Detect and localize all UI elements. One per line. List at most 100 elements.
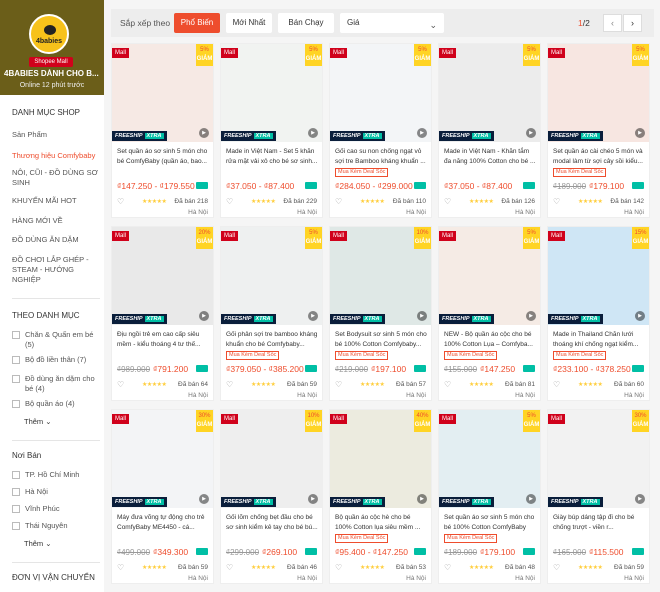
category-item-active[interactable]: Thương hiệu Comfybaby [12, 151, 100, 161]
filter-more-button[interactable]: Thêm ⌄ [24, 417, 52, 426]
play-video-icon[interactable]: ▶ [199, 494, 209, 504]
filter-checkbox[interactable] [12, 375, 20, 383]
filter-label[interactable]: Bộ đồ liền thân (7) [25, 355, 103, 365]
shop-name[interactable]: 4BABIES DÀNH CHO B... [4, 69, 102, 78]
category-item[interactable]: ĐỒ DÙNG ĂN DẶM [12, 235, 100, 245]
sort-bestseller-button[interactable]: Bán Chạy [278, 13, 334, 33]
category-item[interactable]: Sản Phẩm [12, 130, 100, 140]
category-item[interactable]: KHUYẾN MÃI HOT [12, 196, 100, 206]
location-label[interactable]: TP. Hồ Chí Minh [25, 470, 103, 480]
category-item[interactable]: ĐỒ CHƠI LẮP GHÉP - STEAM - HƯỚNG NGHIỆP [12, 255, 100, 285]
location-label[interactable]: Vĩnh Phúc [25, 504, 103, 514]
product-name[interactable]: Địu ngồi trẻ em cao cấp siêu mềm - kiểu … [117, 330, 210, 350]
location-checkbox[interactable] [12, 471, 20, 479]
play-video-icon[interactable]: ▶ [308, 128, 318, 138]
product-card[interactable]: Mall 5% GIẢM FREESHIP XTRA ▶ Made in Việt Nam … [438, 43, 541, 218]
location-checkbox[interactable] [12, 522, 20, 530]
favorite-heart-icon[interactable]: ♡ [117, 563, 124, 572]
product-name[interactable]: Gối phân sợi tre bamboo kháng khuẩn cho … [226, 330, 319, 350]
product-name[interactable]: Giày búp dáng tập đi cho bé chống trượt … [553, 513, 646, 533]
product-name[interactable]: Gối lõm chống bẹt đầu cho bé sơ sinh kiể… [226, 513, 319, 533]
favorite-heart-icon[interactable]: ♡ [226, 380, 233, 389]
play-video-icon[interactable]: ▶ [199, 128, 209, 138]
filter-label[interactable]: Đồ dùng ăn dặm cho bé (4) [25, 374, 103, 394]
play-video-icon[interactable]: ▶ [199, 311, 209, 321]
product-name[interactable]: Set quần áo sơ sinh 5 món cho bé ComfyBa… [117, 147, 210, 167]
product-name[interactable]: Made in Việt Nam - Khăn tắm đa năng 100%… [444, 147, 537, 167]
filter-checkbox[interactable] [12, 331, 20, 339]
category-item[interactable]: HÀNG MỚI VỀ [12, 216, 100, 226]
play-video-icon[interactable]: ▶ [417, 494, 427, 504]
location-checkbox[interactable] [12, 505, 20, 513]
product-card[interactable]: Mall 5% GIẢM FREESHIP XTRA ▶ Gối phân sợi tre … [220, 226, 323, 401]
location-checkbox[interactable] [12, 488, 20, 496]
product-card[interactable]: Mall 10% GIẢM FREESHIP XTRA ▶ Gối lõm chống bẹ… [220, 409, 323, 584]
sort-popular-button[interactable]: Phổ Biến [174, 13, 220, 33]
favorite-heart-icon[interactable]: ♡ [553, 380, 560, 389]
xtra-label: XTRA [144, 499, 164, 505]
product-card[interactable]: Mall 40% GIẢM FREESHIP XTRA ▶ Bộ quần áo cộc h… [329, 409, 432, 584]
sort-newest-button[interactable]: Mới Nhất [226, 13, 272, 33]
favorite-heart-icon[interactable]: ♡ [335, 380, 342, 389]
filter-label[interactable]: Chăn & Quấn em bé (5) [25, 330, 103, 350]
filter-checkbox[interactable] [12, 356, 20, 364]
favorite-heart-icon[interactable]: ♡ [117, 197, 124, 206]
play-video-icon[interactable]: ▶ [635, 311, 645, 321]
favorite-heart-icon[interactable]: ♡ [553, 197, 560, 206]
product-card[interactable]: Mall 5% GIẢM FREESHIP XTRA ▶ Set quần áo sơ si… [438, 409, 541, 584]
price-sort-select[interactable]: Giá ⌄ [340, 13, 444, 33]
play-video-icon[interactable]: ▶ [635, 128, 645, 138]
xtra-label: XTRA [253, 316, 273, 322]
product-name[interactable]: Made in Việt Nam - Set 5 khăn rửa mặt vả… [226, 147, 319, 167]
shop-logo[interactable]: 4babies [29, 14, 69, 54]
play-video-icon[interactable]: ▶ [526, 494, 536, 504]
category-item[interactable]: NÔI, CŨI - ĐỒ DÙNG SƠ SINH [12, 168, 100, 188]
product-card[interactable]: Mall 20% GIẢM FREESHIP XTRA ▶ Địu ngồi trẻ em … [111, 226, 214, 401]
product-card[interactable]: Mall 30% GIẢM FREESHIP XTRA ▶ Máy đưa võng tự … [111, 409, 214, 584]
favorite-heart-icon[interactable]: ♡ [226, 197, 233, 206]
product-name[interactable]: Set quần áo sơ sinh 5 món cho bé 100% Co… [444, 513, 537, 533]
prev-page-button[interactable]: ‹ [603, 14, 622, 32]
favorite-heart-icon[interactable]: ♡ [444, 197, 451, 206]
play-video-icon[interactable]: ▶ [417, 311, 427, 321]
next-page-button[interactable]: › [623, 14, 642, 32]
product-card[interactable]: Mall 5% GIẢM FREESHIP XTRA ▶ NEW - Bộ quần áo … [438, 226, 541, 401]
product-card[interactable]: Mall 5% GIẢM FREESHIP XTRA ▶ Set quần áo sơ si… [111, 43, 214, 218]
freeship-tag: FREESHIP XTRA [221, 314, 276, 324]
favorite-heart-icon[interactable]: ♡ [553, 563, 560, 572]
location-more-button[interactable]: Thêm ⌄ [24, 539, 52, 548]
favorite-heart-icon[interactable]: ♡ [335, 197, 342, 206]
product-card[interactable]: Mall 5% GIẢM FREESHIP XTRA ▶ Made in Việt Nam … [220, 43, 323, 218]
filter-label[interactable]: Bộ quần áo (4) [25, 399, 103, 409]
product-name[interactable]: Made in Thailand Chăn lưới thoáng khí ch… [553, 330, 646, 350]
favorite-heart-icon[interactable]: ♡ [444, 380, 451, 389]
product-name[interactable]: Bộ quần áo cộc hè cho bé 100% Cotton lụa… [335, 513, 428, 533]
favorite-heart-icon[interactable]: ♡ [444, 563, 451, 572]
play-video-icon[interactable]: ▶ [526, 311, 536, 321]
shop-card[interactable]: 4babies Shopee Mall 4BABIES DÀNH CHO B..… [0, 0, 104, 95]
product-card[interactable]: Mall 15% GIẢM FREESHIP XTRA ▶ Made in Thailand… [547, 226, 650, 401]
favorite-heart-icon[interactable]: ♡ [117, 380, 124, 389]
play-video-icon[interactable]: ▶ [635, 494, 645, 504]
product-name[interactable]: Set quần áo cài chéo 5 món và modal làm … [553, 147, 646, 167]
product-price: ₫379.050 - ₫385.200 [226, 364, 304, 374]
favorite-heart-icon[interactable]: ♡ [335, 563, 342, 572]
product-card[interactable]: Mall 5% GIẢM FREESHIP XTRA ▶ Gối cao su non ch… [329, 43, 432, 218]
product-card[interactable]: Mall 5% GIẢM FREESHIP XTRA ▶ Set quần áo cài c… [547, 43, 650, 218]
play-video-icon[interactable]: ▶ [526, 128, 536, 138]
favorite-heart-icon[interactable]: ♡ [226, 563, 233, 572]
play-video-icon[interactable]: ▶ [417, 128, 427, 138]
location-label[interactable]: Thái Nguyên [25, 521, 103, 531]
product-card[interactable]: Mall 10% GIẢM FREESHIP XTRA ▶ Set Bodysuit sơ … [329, 226, 432, 401]
product-name[interactable]: Máy đưa võng tự động cho trẻ ComfyBaby M… [117, 513, 210, 533]
freeship-tag: FREESHIP XTRA [439, 497, 494, 507]
product-name[interactable]: Gối cao su non chống ngạt vỏ sợi tre Bam… [335, 147, 428, 167]
location-label[interactable]: Hà Nội [25, 487, 103, 497]
play-video-icon[interactable]: ▶ [308, 311, 318, 321]
rating-stars: ★★★★★ [360, 565, 385, 571]
filter-checkbox[interactable] [12, 400, 20, 408]
product-name[interactable]: NEW - Bộ quần áo cộc cho bé 100% Cotton … [444, 330, 537, 350]
play-video-icon[interactable]: ▶ [308, 494, 318, 504]
product-card[interactable]: Mall 30% GIẢM FREESHIP XTRA ▶ Giày búp dáng tậ… [547, 409, 650, 584]
product-name[interactable]: Set Bodysuit sơ sinh 5 món cho bé 100% C… [335, 330, 428, 350]
